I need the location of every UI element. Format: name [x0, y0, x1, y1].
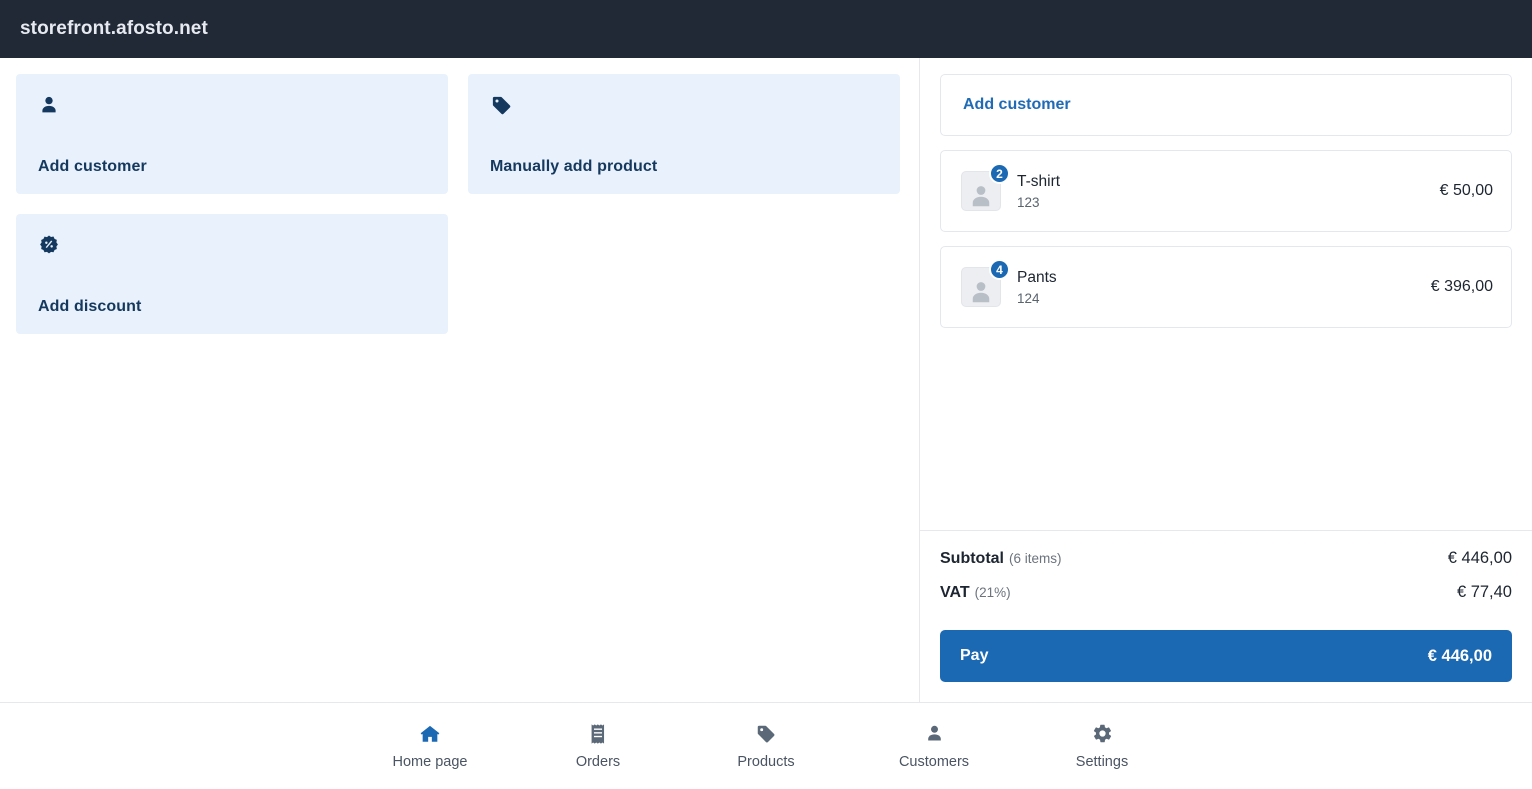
cart-line-item[interactable]: 2 T-shirt 123 € 50,00 — [940, 150, 1512, 232]
cart-add-customer-button[interactable]: Add customer — [940, 74, 1512, 136]
subtotal-item-count: (6 items) — [1009, 551, 1062, 566]
manually-add-product-card-label: Manually add product — [490, 158, 658, 175]
person-icon — [38, 92, 426, 118]
nav-label-settings: Settings — [1075, 753, 1129, 770]
pay-button[interactable]: Pay € 446,00 — [940, 630, 1512, 682]
nav-label-products: Products — [737, 753, 795, 770]
subtotal-value: € 446,00 — [1447, 549, 1512, 567]
home-icon — [419, 723, 441, 745]
cart-pane: Add customer 2 T-shirt 123 € 50,00 4 Pan… — [920, 58, 1532, 702]
quantity-badge: 4 — [989, 259, 1010, 280]
cart-add-customer-label: Add customer — [963, 96, 1071, 113]
discount-badge-icon — [38, 232, 426, 258]
nav-item-home-page[interactable]: Home page — [346, 723, 514, 770]
nav-label-customers: Customers — [898, 753, 970, 770]
vat-label: VAT — [940, 584, 970, 601]
pay-button-label: Pay — [960, 647, 989, 664]
nav-item-products[interactable]: Products — [682, 723, 850, 770]
subtotal-label-group: Subtotal (6 items) — [940, 550, 1062, 568]
vat-value: € 77,40 — [1456, 583, 1512, 601]
app-header: storefront.afosto.net — [0, 0, 1532, 58]
nav-item-customers[interactable]: Customers — [850, 723, 1018, 770]
line-item-price: € 396,00 — [1430, 278, 1493, 295]
add-customer-card[interactable]: Add customer — [16, 74, 448, 194]
add-customer-card-label: Add customer — [38, 158, 147, 175]
quick-action-grid: Add customer Manually add product Add di… — [16, 74, 903, 334]
gear-icon — [1092, 723, 1113, 745]
main-content: Add customer Manually add product Add di… — [0, 58, 1532, 702]
quick-actions-pane: Add customer Manually add product Add di… — [0, 58, 920, 702]
cart-totals: Subtotal (6 items) € 446,00 VAT (21%) € 77… — [920, 530, 1532, 702]
pos-app: storefront.afosto.net Add customer Manua… — [0, 0, 1532, 789]
nav-label-orders: Orders — [575, 753, 621, 770]
line-item-sku: 123 — [1017, 195, 1040, 211]
product-thumbnail: 2 — [961, 163, 1010, 211]
nav-label-home-page: Home page — [392, 753, 468, 770]
subtotal-row: Subtotal (6 items) € 446,00 — [940, 549, 1512, 583]
bottom-navigation: Home page Orders Products Customers Sett… — [0, 702, 1532, 789]
product-thumbnail: 4 — [961, 259, 1010, 307]
line-item-info: T-shirt 123 — [1017, 172, 1428, 211]
quantity-badge: 2 — [989, 163, 1010, 184]
manually-add-product-card[interactable]: Manually add product — [468, 74, 900, 194]
cart-list: Add customer 2 T-shirt 123 € 50,00 4 Pan… — [920, 58, 1532, 530]
line-item-info: Pants 124 — [1017, 268, 1419, 307]
vat-rate: (21%) — [974, 585, 1011, 600]
tag-icon — [490, 92, 878, 118]
person-icon — [924, 723, 945, 745]
add-discount-card[interactable]: Add discount — [16, 214, 448, 334]
cart-line-item[interactable]: 4 Pants 124 € 396,00 — [940, 246, 1512, 328]
tag-icon — [755, 723, 777, 745]
subtotal-label: Subtotal — [940, 550, 1004, 567]
vat-label-group: VAT (21%) — [940, 584, 1011, 602]
page-title: storefront.afosto.net — [20, 18, 208, 39]
line-item-price: € 50,00 — [1439, 182, 1493, 199]
line-item-sku: 124 — [1017, 291, 1040, 307]
pay-button-amount: € 446,00 — [1427, 646, 1492, 665]
nav-item-settings[interactable]: Settings — [1018, 723, 1186, 770]
add-discount-card-label: Add discount — [38, 298, 142, 315]
vat-row: VAT (21%) € 77,40 — [940, 583, 1512, 617]
line-item-name: T-shirt — [1017, 172, 1061, 190]
receipt-icon — [588, 723, 608, 745]
nav-item-orders[interactable]: Orders — [514, 723, 682, 770]
line-item-name: Pants — [1017, 268, 1057, 286]
